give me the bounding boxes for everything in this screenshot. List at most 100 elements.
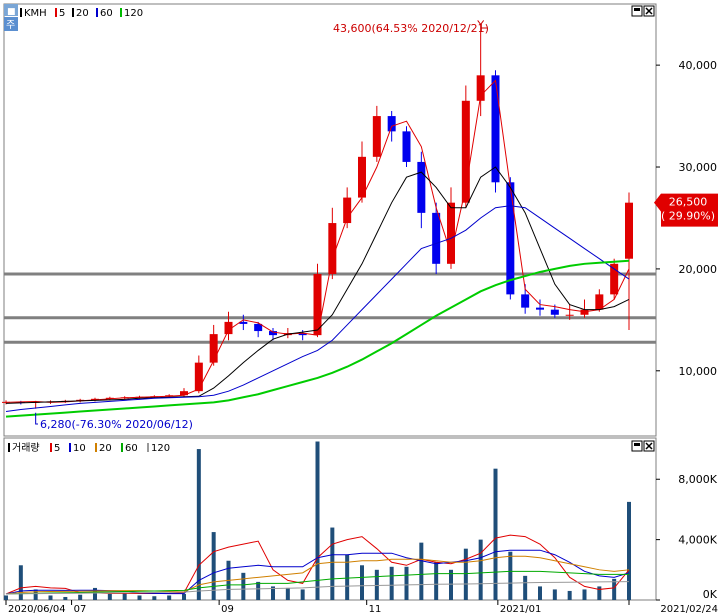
volume-bar-33	[493, 468, 498, 600]
candle-body-34	[506, 182, 515, 295]
volume-bar-10	[152, 596, 157, 600]
candle-body-12	[180, 391, 188, 396]
volume-bar-35	[523, 575, 528, 600]
volume-legend-label-3: 20	[99, 443, 112, 454]
volume-bar-23	[345, 554, 350, 600]
last-price-change: ( 29.90%)	[661, 210, 715, 223]
volume-bar-28	[419, 542, 424, 600]
x-tick-label-2: 09	[221, 604, 234, 615]
volume-bar-42	[627, 501, 631, 600]
candle-body-28	[417, 161, 426, 213]
volume-legend-label-0: 거래량	[12, 442, 40, 454]
volume-bar-24	[360, 565, 364, 600]
volume-bar-2	[33, 589, 38, 600]
volume-bar-19	[285, 587, 290, 600]
volume-bar-3	[48, 595, 53, 600]
low-annotation-text: 6,280(-76.30% 2020/06/12)	[40, 418, 193, 431]
price-tick-label-3: 40,000	[679, 59, 718, 72]
last-price-value: 26,500	[669, 196, 708, 209]
price-legend-swatch-4	[120, 8, 122, 17]
volume-bar-1	[18, 565, 23, 600]
price-legend-swatch-2	[72, 8, 74, 17]
volume-legend-label-4: 60	[125, 443, 138, 454]
price-legend-label-0: KMH	[24, 8, 47, 19]
volume-legend-swatch-0	[8, 443, 10, 452]
x-axis: 2020/06/04 07 09 11 2021/01 2021/02/24	[5, 600, 718, 615]
candle-body-39	[580, 309, 589, 315]
volume-bar-25	[374, 569, 379, 600]
candle-body-26	[387, 116, 396, 132]
candle-body-13	[194, 362, 203, 392]
volume-legend-swatch-5	[147, 443, 149, 452]
volume-bar-22	[330, 527, 335, 600]
candle-body-21	[313, 274, 322, 336]
candle-body-27	[402, 131, 411, 162]
x-tick-label-3: 11	[369, 604, 382, 615]
volume-legend-swatch-4	[121, 443, 123, 452]
volume-axis: 0K 4,000K 8,000K	[656, 473, 718, 601]
price-tick-label-1: 20,000	[679, 263, 718, 276]
period-tag-label: 주	[6, 20, 15, 31]
high-annotation: 43,600(64.53% 2020/12/21)	[333, 20, 489, 35]
volume-bar-30	[449, 569, 453, 600]
x-tick-label-0: 2020/06/04	[8, 604, 66, 615]
panel-menu-icon-glyph: ■	[7, 7, 16, 17]
volume-bar-32	[478, 539, 483, 600]
candle-body-29	[432, 212, 441, 264]
volume-bar-11	[167, 595, 172, 600]
candle-body-38	[565, 314, 574, 316]
price-legend-swatch-1	[55, 8, 57, 17]
volume-bar-38	[567, 590, 572, 600]
price-panel	[3, 3, 657, 437]
candle-body-42	[625, 202, 633, 259]
volume-legend-swatch-2	[69, 443, 71, 452]
volume-bar-4	[63, 596, 68, 600]
volume-legend-swatch-1	[50, 443, 52, 452]
price-legend-swatch-3	[96, 8, 98, 17]
volume-maximize-icon-bar	[634, 443, 640, 446]
stock-chart: ■ 주 KMH 5 20 60 120 10,000 20,000 30,000 40,000…	[2, 3, 718, 615]
volume-bar-12	[182, 593, 186, 600]
candle-body-33	[491, 75, 500, 183]
volume-legend-swatch-3	[95, 443, 97, 452]
volume-bar-26	[389, 566, 394, 600]
candle-body-14	[209, 334, 218, 363]
volume-bar-5	[78, 594, 83, 600]
candle-body-35	[521, 294, 530, 308]
x-tick-label-5: 2021/02/24	[660, 604, 718, 615]
price-legend-label-1: 5	[59, 8, 65, 19]
volume-bar-39	[582, 589, 587, 600]
volume-bar-34	[508, 551, 513, 600]
volume-bar-20	[300, 589, 305, 600]
last-price-badge: 26,500 ( 29.90%)	[654, 193, 718, 227]
volume-bar-7	[107, 593, 112, 600]
volume-bar-29	[434, 562, 439, 600]
volume-legend-label-1: 5	[54, 443, 60, 454]
volume-bar-27	[404, 566, 409, 600]
volume-bar-31	[463, 548, 468, 600]
volume-tick-label-0: 0K	[703, 588, 718, 601]
price-tick-label-0: 10,000	[679, 365, 718, 378]
volume-bar-21	[315, 441, 320, 600]
high-annotation-text: 43,600(64.53% 2020/12/21)	[333, 22, 489, 35]
price-maximize-icon-bar	[634, 8, 640, 11]
candle-body-22	[328, 223, 337, 274]
x-tick-label-4: 2021/01	[500, 604, 542, 615]
volume-bar-0	[4, 595, 8, 600]
volume-bar-37	[552, 589, 557, 600]
price-tick-label-2: 30,000	[679, 161, 718, 174]
volume-panel	[3, 437, 657, 601]
volume-bar-17	[256, 581, 261, 600]
volume-tick-label-2: 8,000K	[678, 473, 717, 486]
volume-bar-13	[196, 449, 201, 600]
price-legend-label-3: 60	[100, 8, 113, 19]
volume-bar-16	[241, 572, 246, 600]
volume-bar-8	[122, 593, 127, 600]
volume-bar-9	[137, 595, 142, 600]
candle-body-37	[550, 309, 559, 315]
volume-legend-label-2: 10	[73, 443, 86, 454]
volume-bar-40	[597, 586, 602, 600]
volume-bar-36	[538, 586, 542, 600]
volume-tick-label-1: 4,000K	[678, 534, 717, 547]
candle-body-25	[372, 116, 381, 157]
